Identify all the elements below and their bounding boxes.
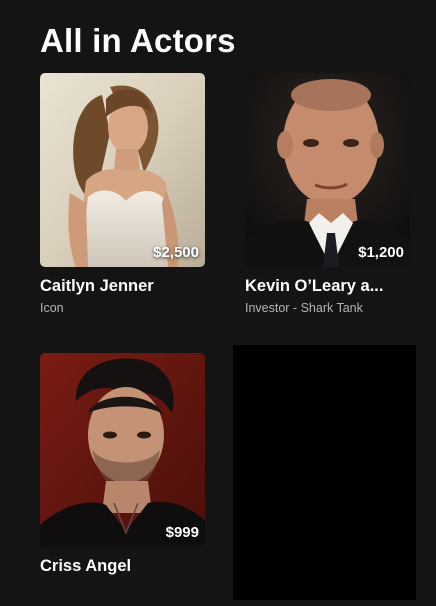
- page: All in Actors $2,500 Caitlyn Jenner Icon…: [0, 0, 436, 606]
- talent-name[interactable]: Kevin O’Leary a...: [245, 276, 410, 296]
- portrait-image: [40, 73, 205, 267]
- talent-card-caitlyn-jenner[interactable]: $2,500 Caitlyn Jenner Icon: [40, 73, 205, 316]
- talent-photo[interactable]: $2,500: [40, 73, 205, 267]
- section-title: All in Actors: [40, 22, 236, 59]
- price-badge: $1,200: [358, 244, 404, 261]
- talent-photo[interactable]: $999: [40, 353, 205, 547]
- portrait-image: [245, 73, 410, 267]
- talent-name[interactable]: Caitlyn Jenner: [40, 276, 205, 296]
- talent-name[interactable]: Criss Angel: [40, 556, 205, 576]
- talent-card-kevin-oleary[interactable]: $1,200 Kevin O’Leary a... Investor - Sha…: [245, 73, 410, 316]
- talent-photo[interactable]: $1,200: [245, 73, 410, 267]
- talent-category: Icon: [40, 301, 64, 315]
- talent-category: Investor - Shark Tank: [245, 301, 363, 315]
- portrait-image: [40, 353, 205, 547]
- loading-card-placeholder: [233, 345, 416, 600]
- price-badge: $2,500: [153, 244, 199, 261]
- talent-card-criss-angel[interactable]: $999 Criss Angel: [40, 353, 205, 576]
- price-badge: $999: [165, 524, 199, 541]
